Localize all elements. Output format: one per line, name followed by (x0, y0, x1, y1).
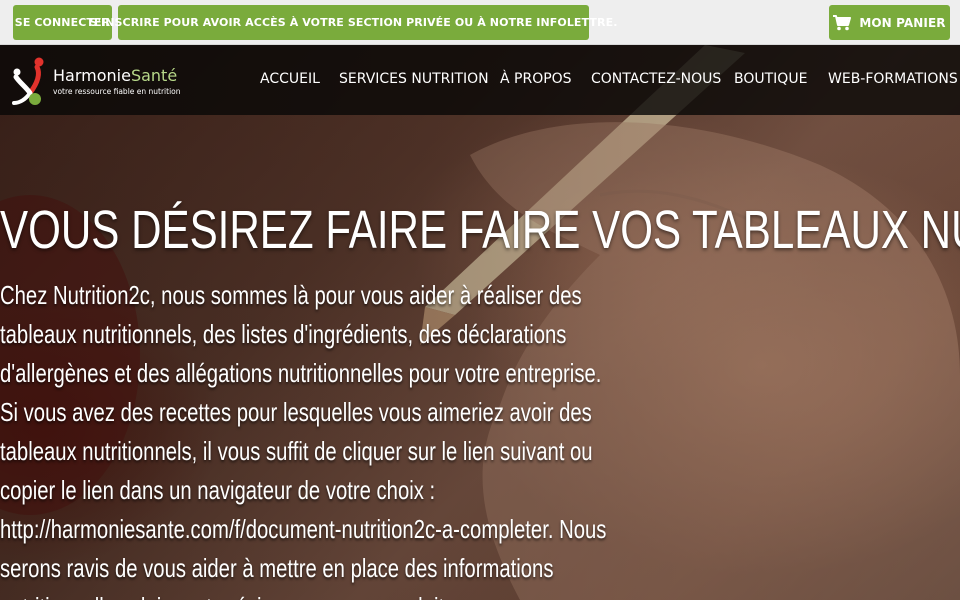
hero-title: VOUS DÉSIREZ FAIRE FAIRE VOS TABLEAUX NU… (0, 200, 960, 260)
top-utility-bar: SE CONNECTER S'INSCRIRE POUR AVOIR ACCÈS… (0, 0, 960, 45)
cart-label: MON PANIER (859, 15, 946, 30)
nav-boutique[interactable]: BOUTIQUE (734, 71, 807, 87)
nav-web-formations[interactable]: WEB-FORMATIONS (828, 71, 958, 87)
logo-figure-icon (12, 57, 44, 105)
hero-description: Chez Nutrition2c, nous sommes là pour vo… (0, 280, 607, 600)
nav-accueil[interactable]: ACCUEIL (260, 71, 320, 87)
logo-name-part1: Harmonie (53, 66, 131, 85)
logo-wordmark: HarmonieSanté (53, 66, 177, 85)
nav-services-nutrition[interactable]: SERVICES NUTRITION (339, 71, 489, 87)
signup-label: S'INSCRIRE POUR AVOIR ACCÈS À VOTRE SECT… (89, 16, 618, 29)
site-logo[interactable]: HarmonieSanté votre ressource fiable en … (8, 55, 188, 107)
logo-name-part2: Santé (130, 66, 178, 85)
nav-a-propos[interactable]: À PROPOS (500, 71, 572, 87)
nav-contactez-nous[interactable]: CONTACTEZ-NOUS (591, 71, 721, 87)
shopping-cart-icon (833, 14, 852, 30)
main-navbar: HarmonieSanté votre ressource fiable en … (0, 45, 960, 115)
signup-button[interactable]: S'INSCRIRE POUR AVOIR ACCÈS À VOTRE SECT… (90, 5, 617, 40)
cart-button[interactable]: MON PANIER (829, 5, 950, 40)
logo-tagline: votre ressource fiable en nutrition (53, 87, 181, 96)
